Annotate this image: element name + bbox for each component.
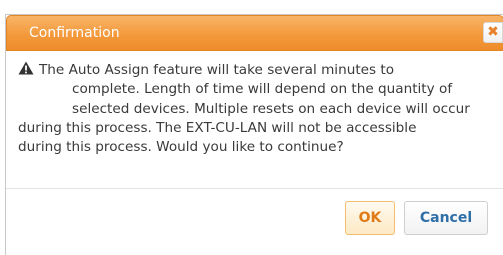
message-line: The Auto Assign feature will take severa… xyxy=(39,62,395,78)
message-line: during this process. The EXT-CU-LAN will… xyxy=(18,119,417,136)
dialog-title: Confirmation xyxy=(29,25,120,41)
close-button[interactable]: ✖ xyxy=(483,22,503,43)
dialog-titlebar: Confirmation xyxy=(6,15,503,51)
cancel-button[interactable]: Cancel xyxy=(404,201,488,235)
message-line: during this process. Would you like to c… xyxy=(18,139,344,156)
dialog-divider xyxy=(6,188,503,189)
message-line: complete. Length of time will depend on … xyxy=(72,81,453,98)
confirmation-dialog: Confirmation ✖ The Auto Assign feature w… xyxy=(5,14,503,255)
message-line: selected devices. Multiple resets on eac… xyxy=(72,100,470,117)
warning-icon xyxy=(18,61,34,75)
ok-button[interactable]: OK xyxy=(345,201,395,235)
dialog-message: The Auto Assign feature will take severa… xyxy=(18,61,498,157)
